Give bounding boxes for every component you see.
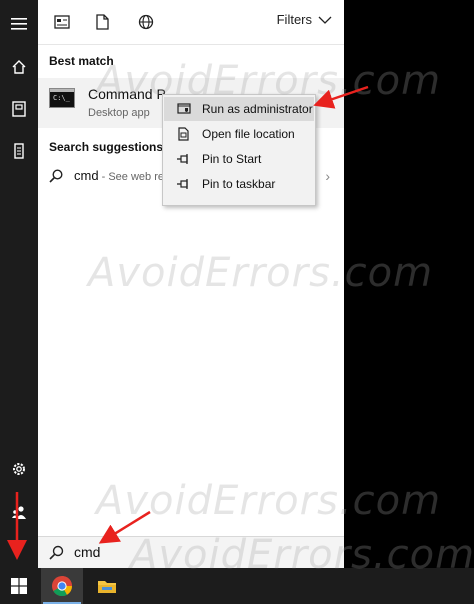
annotation-arrows: [7, 85, 369, 560]
arrow-to-search-box: [98, 510, 151, 544]
arrow-to-run-as-admin: [313, 85, 369, 109]
